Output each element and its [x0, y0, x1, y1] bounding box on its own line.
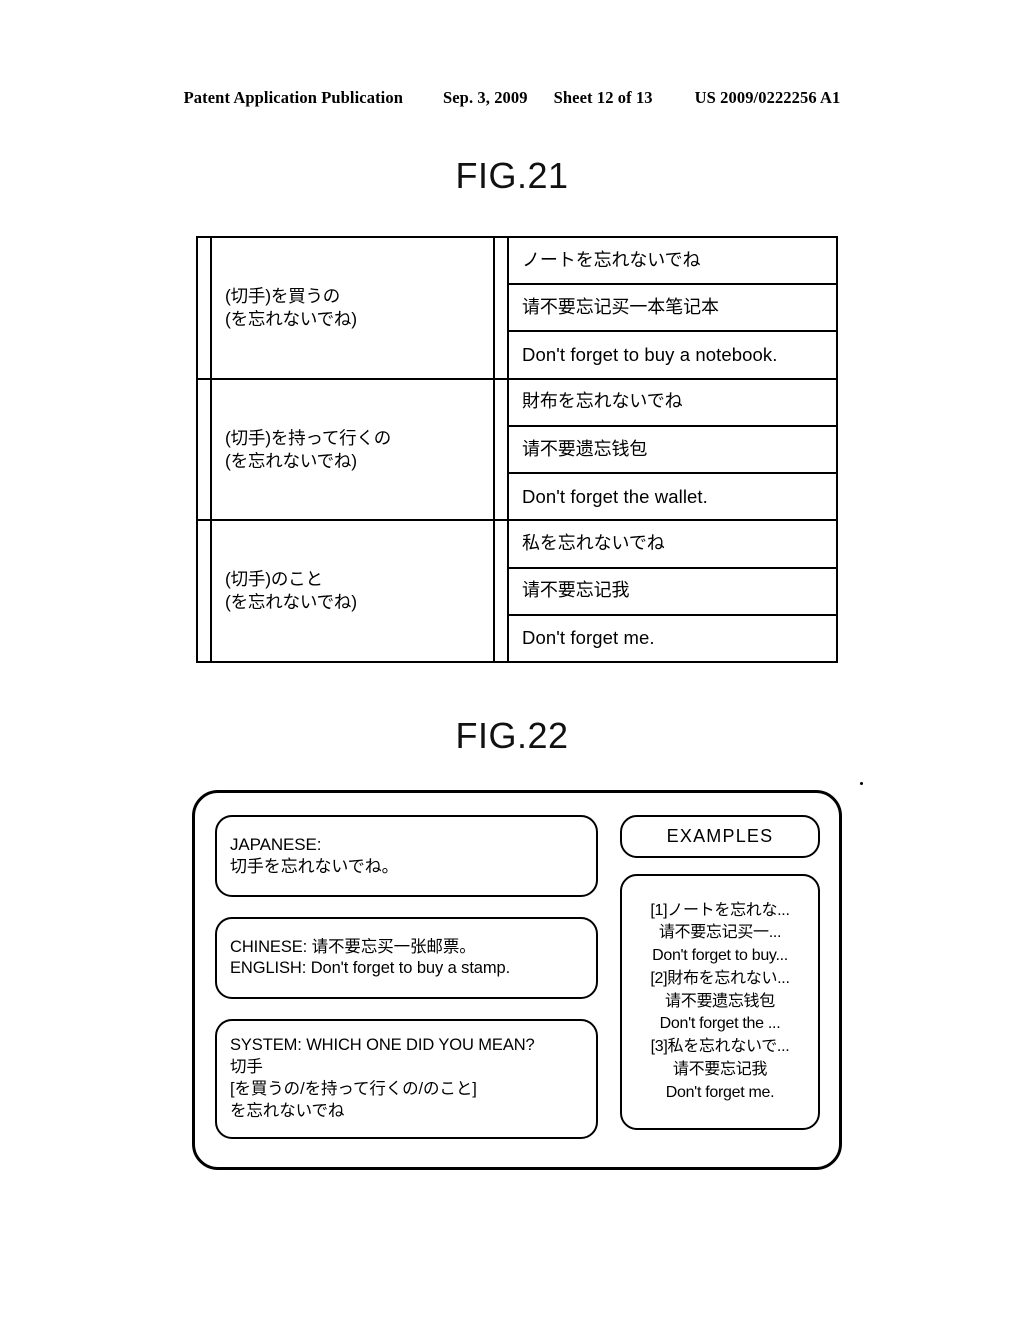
table-cell-english: Don't forget to buy a notebook. — [509, 332, 836, 377]
english-text: Don't forget to buy a notebook. — [522, 343, 778, 365]
table-cell-chinese: 请不要忘记我 — [509, 569, 836, 616]
chinese-text: 请不要忘记我 — [522, 580, 630, 601]
table-row: (切手)のこと (を忘れないでね) 私を忘れないでね 请不要忘记我 Don't … — [198, 521, 836, 662]
japanese-text: 私を忘れないでね — [522, 533, 665, 554]
list-item: 请不要忘记我 — [672, 1060, 768, 1078]
figure-22-examples-column: EXAMPLES [1]ノートを忘れな... 请不要忘记买一... Don't … — [620, 815, 820, 1130]
header-date: Sep. 3, 2009 — [442, 88, 528, 107]
figure-22-device-screen: JAPANESE: 切手を忘れないでね。 CHINESE: 请不要忘买一张邮票。… — [192, 790, 842, 1170]
table-cell-english: Don't forget me. — [509, 616, 836, 661]
table-cell-pattern: (切手)を買うの (を忘れないでね) — [212, 238, 495, 378]
table-cell-examples: ノートを忘れないでね 请不要忘记买一本笔记本 Don't forget to b… — [509, 238, 836, 378]
japanese-input-bubble: JAPANESE: 切手を忘れないでね。 — [215, 815, 598, 897]
pattern-text: (切手)のこと (を忘れないでね) — [225, 569, 357, 613]
chinese-text: 请不要遗忘钱包 — [522, 438, 648, 459]
figure-22-dialogue-column: JAPANESE: 切手を忘れないでね。 CHINESE: 请不要忘买一张邮票。… — [215, 815, 598, 1139]
list-item: Don't forget me. — [665, 1083, 775, 1101]
table-cell-english: Don't forget the wallet. — [509, 474, 836, 519]
table-row: (切手)を買うの (を忘れないでね) ノートを忘れないでね 请不要忘记买一本笔记… — [198, 238, 836, 380]
translation-output-bubble: CHINESE: 请不要忘买一张邮票。 ENGLISH: Don't forge… — [215, 917, 598, 999]
table-mid-spine — [495, 238, 509, 378]
table-left-spine — [198, 238, 212, 378]
list-item: [2]財布を忘れない... — [650, 969, 790, 987]
pattern-text: (切手)を買うの (を忘れないでね) — [225, 286, 357, 329]
scan-artifact-speck — [860, 782, 863, 785]
table-cell-examples: 私を忘れないでね 请不要忘记我 Don't forget me. — [509, 521, 836, 661]
list-item: 请不要忘记买一... — [658, 924, 782, 942]
header-sheet-number: Sheet 12 of 13 — [553, 88, 653, 107]
system-prompt-text: SYSTEM: WHICH ONE DID YOU MEAN? 切手 [を買うの… — [230, 1036, 535, 1120]
examples-header-button[interactable]: EXAMPLES — [620, 815, 820, 858]
list-item: [1]ノートを忘れな... — [650, 901, 790, 919]
figure-21-title: FIG.21 — [455, 155, 569, 196]
table-cell-japanese: ノートを忘れないでね — [509, 238, 836, 286]
table-cell-chinese: 请不要忘记买一本笔记本 — [509, 285, 836, 333]
figure-21-table: (切手)を買うの (を忘れないでね) ノートを忘れないでね 请不要忘记买一本笔记… — [196, 236, 838, 663]
japanese-text: 財布を忘れないでね — [522, 391, 683, 412]
list-item: [3]私を忘れないで... — [650, 1038, 790, 1056]
japanese-input-text: JAPANESE: 切手を忘れないでね。 — [230, 834, 399, 876]
header-document-number: US 2009/0222256 A1 — [694, 88, 841, 107]
list-item: Don't forget the ... — [659, 1015, 781, 1033]
pattern-text: (切手)を持って行くの (を忘れないでね) — [225, 427, 392, 471]
table-row: (切手)を持って行くの (を忘れないでね) 財布を忘れないでね 请不要遗忘钱包 … — [198, 379, 836, 522]
translation-output-text: CHINESE: 请不要忘买一张邮票。 ENGLISH: Don't forge… — [230, 937, 511, 977]
table-cell-japanese: 財布を忘れないでね — [509, 380, 836, 427]
list-item: 请不要遗忘钱包 — [665, 992, 775, 1010]
table-cell-pattern: (切手)のこと (を忘れないでね) — [212, 521, 495, 662]
page-header: Patent Application Publication Sep. 3, 2… — [0, 88, 1024, 112]
table-cell-examples: 財布を忘れないでね 请不要遗忘钱包 Don't forget the walle… — [509, 380, 836, 520]
table-mid-spine — [495, 379, 509, 520]
table-left-spine — [198, 379, 212, 520]
table-cell-japanese: 私を忘れないでね — [509, 521, 836, 569]
figure-22-title: FIG.22 — [455, 715, 569, 756]
header-publication-label: Patent Application Publication — [183, 88, 403, 107]
japanese-text: ノートを忘れないでね — [522, 249, 701, 270]
table-left-spine — [198, 521, 212, 662]
chinese-text: 请不要忘记买一本笔记本 — [522, 297, 719, 318]
examples-list-panel[interactable]: [1]ノートを忘れな... 请不要忘记买一... Don't forget to… — [620, 874, 820, 1130]
english-text: Don't forget me. — [522, 627, 655, 649]
table-cell-pattern: (切手)を持って行くの (を忘れないでね) — [212, 379, 495, 520]
list-item: Don't forget to buy... — [652, 947, 788, 965]
table-mid-spine — [495, 521, 509, 662]
table-cell-chinese: 请不要遗忘钱包 — [509, 427, 836, 475]
examples-header-label: EXAMPLES — [666, 826, 774, 846]
english-text: Don't forget the wallet. — [522, 485, 708, 507]
system-prompt-bubble: SYSTEM: WHICH ONE DID YOU MEAN? 切手 [を買うの… — [215, 1019, 598, 1139]
